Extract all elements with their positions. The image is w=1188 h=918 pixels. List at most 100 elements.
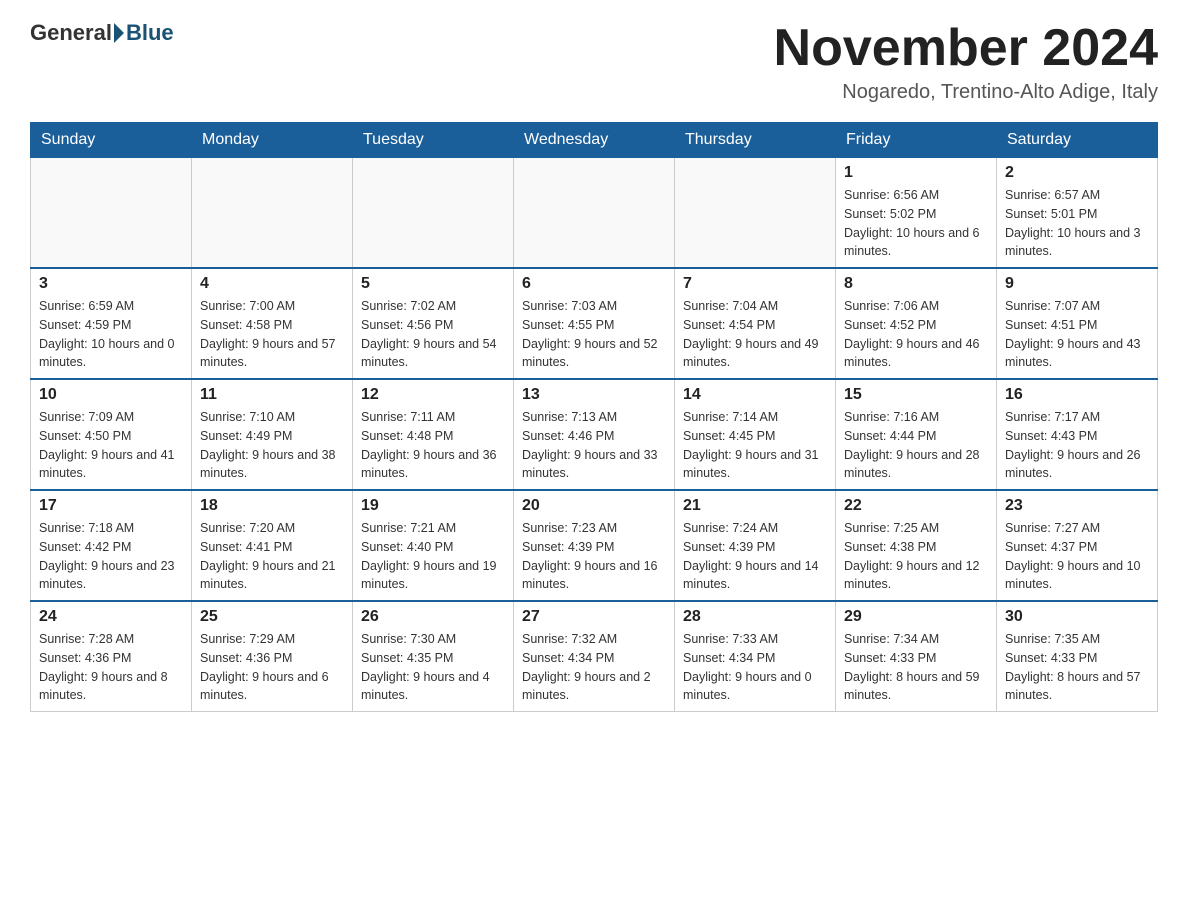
calendar-week-row: 1 Sunrise: 6:56 AMSunset: 5:02 PMDaylight… [31, 158, 1158, 269]
day-info: Sunrise: 7:06 AMSunset: 4:52 PMDaylight:… [844, 297, 988, 372]
day-number: 2 [1005, 164, 1149, 182]
day-number: 29 [844, 608, 988, 626]
table-row: 20 Sunrise: 7:23 AMSunset: 4:39 PMDayligh… [514, 490, 675, 601]
logo: General Blue [30, 20, 174, 46]
header-saturday: Saturday [997, 123, 1158, 158]
day-number: 20 [522, 497, 666, 515]
day-number: 4 [200, 275, 344, 293]
location-subtitle: Nogaredo, Trentino-Alto Adige, Italy [774, 81, 1158, 104]
table-row: 26 Sunrise: 7:30 AMSunset: 4:35 PMDayligh… [353, 601, 514, 712]
day-number: 19 [361, 497, 505, 515]
table-row: 8 Sunrise: 7:06 AMSunset: 4:52 PMDaylight… [836, 268, 997, 379]
day-info: Sunrise: 6:56 AMSunset: 5:02 PMDaylight:… [844, 186, 988, 261]
day-info: Sunrise: 7:07 AMSunset: 4:51 PMDaylight:… [1005, 297, 1149, 372]
table-row: 3 Sunrise: 6:59 AMSunset: 4:59 PMDaylight… [31, 268, 192, 379]
day-number: 8 [844, 275, 988, 293]
day-info: Sunrise: 7:14 AMSunset: 4:45 PMDaylight:… [683, 408, 827, 483]
day-info: Sunrise: 7:27 AMSunset: 4:37 PMDaylight:… [1005, 519, 1149, 594]
day-info: Sunrise: 6:57 AMSunset: 5:01 PMDaylight:… [1005, 186, 1149, 261]
day-number: 17 [39, 497, 183, 515]
logo-general-text: General [30, 20, 112, 46]
day-number: 16 [1005, 386, 1149, 404]
table-row [192, 158, 353, 269]
table-row [353, 158, 514, 269]
table-row: 19 Sunrise: 7:21 AMSunset: 4:40 PMDayligh… [353, 490, 514, 601]
table-row [675, 158, 836, 269]
day-info: Sunrise: 7:28 AMSunset: 4:36 PMDaylight:… [39, 630, 183, 705]
calendar-table: Sunday Monday Tuesday Wednesday Thursday… [30, 122, 1158, 712]
month-year-title: November 2024 [774, 20, 1158, 77]
day-info: Sunrise: 7:02 AMSunset: 4:56 PMDaylight:… [361, 297, 505, 372]
table-row [514, 158, 675, 269]
day-info: Sunrise: 7:35 AMSunset: 4:33 PMDaylight:… [1005, 630, 1149, 705]
table-row: 11 Sunrise: 7:10 AMSunset: 4:49 PMDayligh… [192, 379, 353, 490]
day-number: 11 [200, 386, 344, 404]
header-friday: Friday [836, 123, 997, 158]
table-row: 5 Sunrise: 7:02 AMSunset: 4:56 PMDaylight… [353, 268, 514, 379]
table-row: 4Sunrise: 7:00 AMSunset: 4:58 PMDaylight… [192, 268, 353, 379]
day-info: Sunrise: 7:10 AMSunset: 4:49 PMDaylight:… [200, 408, 344, 483]
day-number: 28 [683, 608, 827, 626]
header-tuesday: Tuesday [353, 123, 514, 158]
table-row: 28 Sunrise: 7:33 AMSunset: 4:34 PMDayligh… [675, 601, 836, 712]
day-number: 12 [361, 386, 505, 404]
day-number: 18 [200, 497, 344, 515]
day-info: Sunrise: 7:16 AMSunset: 4:44 PMDaylight:… [844, 408, 988, 483]
day-info: Sunrise: 7:03 AMSunset: 4:55 PMDaylight:… [522, 297, 666, 372]
table-row: 7 Sunrise: 7:04 AMSunset: 4:54 PMDaylight… [675, 268, 836, 379]
header-thursday: Thursday [675, 123, 836, 158]
header-sunday: Sunday [31, 123, 192, 158]
day-info: Sunrise: 7:20 AMSunset: 4:41 PMDaylight:… [200, 519, 344, 594]
table-row: 15Sunrise: 7:16 AMSunset: 4:44 PMDayligh… [836, 379, 997, 490]
day-number: 1 [844, 164, 988, 182]
table-row: 17 Sunrise: 7:18 AMSunset: 4:42 PMDayligh… [31, 490, 192, 601]
day-number: 9 [1005, 275, 1149, 293]
day-info: Sunrise: 7:21 AMSunset: 4:40 PMDaylight:… [361, 519, 505, 594]
day-info: Sunrise: 7:04 AMSunset: 4:54 PMDaylight:… [683, 297, 827, 372]
table-row: 29Sunrise: 7:34 AMSunset: 4:33 PMDayligh… [836, 601, 997, 712]
day-info: Sunrise: 7:25 AMSunset: 4:38 PMDaylight:… [844, 519, 988, 594]
logo-blue-text: Blue [126, 20, 174, 46]
day-number: 5 [361, 275, 505, 293]
table-row: 1 Sunrise: 6:56 AMSunset: 5:02 PMDaylight… [836, 158, 997, 269]
day-info: Sunrise: 7:09 AMSunset: 4:50 PMDaylight:… [39, 408, 183, 483]
day-number: 7 [683, 275, 827, 293]
day-number: 6 [522, 275, 666, 293]
day-number: 27 [522, 608, 666, 626]
table-row: 16Sunrise: 7:17 AMSunset: 4:43 PMDayligh… [997, 379, 1158, 490]
table-row: 9 Sunrise: 7:07 AMSunset: 4:51 PMDaylight… [997, 268, 1158, 379]
table-row: 30 Sunrise: 7:35 AMSunset: 4:33 PMDayligh… [997, 601, 1158, 712]
logo-triangle-icon [114, 23, 124, 43]
day-info: Sunrise: 7:29 AMSunset: 4:36 PMDaylight:… [200, 630, 344, 705]
day-info: Sunrise: 7:11 AMSunset: 4:48 PMDaylight:… [361, 408, 505, 483]
day-info: Sunrise: 6:59 AMSunset: 4:59 PMDaylight:… [39, 297, 183, 372]
day-number: 21 [683, 497, 827, 515]
day-number: 14 [683, 386, 827, 404]
day-info: Sunrise: 7:30 AMSunset: 4:35 PMDaylight:… [361, 630, 505, 705]
calendar-week-row: 17 Sunrise: 7:18 AMSunset: 4:42 PMDayligh… [31, 490, 1158, 601]
header-monday: Monday [192, 123, 353, 158]
title-area: November 2024 Nogaredo, Trentino-Alto Ad… [774, 20, 1158, 104]
day-info: Sunrise: 7:13 AMSunset: 4:46 PMDaylight:… [522, 408, 666, 483]
day-number: 23 [1005, 497, 1149, 515]
day-number: 25 [200, 608, 344, 626]
day-number: 26 [361, 608, 505, 626]
table-row: 12 Sunrise: 7:11 AMSunset: 4:48 PMDayligh… [353, 379, 514, 490]
day-info: Sunrise: 7:33 AMSunset: 4:34 PMDaylight:… [683, 630, 827, 705]
table-row: 13Sunrise: 7:13 AMSunset: 4:46 PMDayligh… [514, 379, 675, 490]
day-info: Sunrise: 7:23 AMSunset: 4:39 PMDaylight:… [522, 519, 666, 594]
day-info: Sunrise: 7:24 AMSunset: 4:39 PMDaylight:… [683, 519, 827, 594]
header-wednesday: Wednesday [514, 123, 675, 158]
table-row: 24Sunrise: 7:28 AMSunset: 4:36 PMDayligh… [31, 601, 192, 712]
day-number: 3 [39, 275, 183, 293]
table-row: 25 Sunrise: 7:29 AMSunset: 4:36 PMDayligh… [192, 601, 353, 712]
table-row: 23 Sunrise: 7:27 AMSunset: 4:37 PMDayligh… [997, 490, 1158, 601]
day-number: 30 [1005, 608, 1149, 626]
calendar-week-row: 10 Sunrise: 7:09 AMSunset: 4:50 PMDayligh… [31, 379, 1158, 490]
table-row: 18 Sunrise: 7:20 AMSunset: 4:41 PMDayligh… [192, 490, 353, 601]
day-info: Sunrise: 7:18 AMSunset: 4:42 PMDaylight:… [39, 519, 183, 594]
table-row: 27Sunrise: 7:32 AMSunset: 4:34 PMDayligh… [514, 601, 675, 712]
day-number: 10 [39, 386, 183, 404]
table-row: 6 Sunrise: 7:03 AMSunset: 4:55 PMDaylight… [514, 268, 675, 379]
day-number: 22 [844, 497, 988, 515]
